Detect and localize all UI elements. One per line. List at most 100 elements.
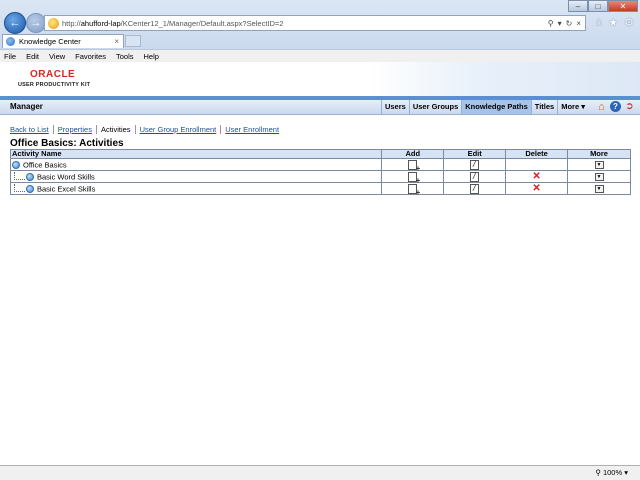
- edit-icon[interactable]: [470, 159, 480, 170]
- delete-icon[interactable]: ✕: [532, 183, 540, 194]
- url-text[interactable]: http://ahufford-lap/KCenter12_1/Manager/…: [62, 19, 548, 28]
- menu-bar: File Edit View Favorites Tools Help: [0, 49, 640, 62]
- zoom-level[interactable]: ⚲ 100% ▾: [595, 468, 628, 477]
- sub-navigation: Back to List Properties Activities User …: [10, 125, 283, 134]
- menu-help[interactable]: Help: [144, 52, 159, 61]
- help-icon[interactable]: ?: [610, 101, 621, 112]
- forward-button[interactable]: →: [26, 13, 46, 33]
- forward-arrow-icon: →: [30, 17, 42, 29]
- activity-name[interactable]: Basic Excel Skills: [37, 184, 95, 193]
- menu-view[interactable]: View: [49, 52, 65, 61]
- activity-name[interactable]: Office Basics: [23, 160, 67, 169]
- activities-current: Activities: [97, 125, 136, 134]
- activity-node-icon: [12, 160, 20, 169]
- delete-cell: [505, 158, 569, 171]
- edit-icon[interactable]: [470, 171, 480, 182]
- activities-table: Activity Name Add Edit Delete More Offic…: [9, 149, 631, 197]
- table-row: Office Basics ▼: [9, 158, 631, 173]
- header-edit: Edit: [443, 149, 507, 159]
- site-favicon-icon: [48, 17, 59, 29]
- dropdown-icon[interactable]: ▼: [594, 161, 604, 169]
- more-cell: ▼: [567, 170, 631, 183]
- dropdown-icon[interactable]: ▼: [594, 173, 604, 181]
- browser-chrome: ← → http://ahufford-lap/KCenter12_1/Mana…: [0, 0, 640, 62]
- add-icon[interactable]: [408, 159, 420, 173]
- header-more: More: [567, 149, 631, 159]
- header-add: Add: [381, 149, 445, 159]
- favorites-star-icon[interactable]: ★: [608, 16, 618, 29]
- home-browser-icon[interactable]: ⌂: [596, 16, 603, 29]
- dropdown-icon[interactable]: ▼: [594, 185, 604, 193]
- add-cell: [381, 182, 445, 197]
- banner-gradient: [370, 62, 640, 96]
- activity-name[interactable]: Basic Word Skills: [37, 172, 95, 181]
- edit-cell: [443, 170, 507, 183]
- minimize-button[interactable]: –: [568, 0, 588, 12]
- zoom-icon: ⚲: [595, 468, 603, 477]
- table-row: Basic Excel Skills ✕ ▼: [9, 182, 631, 197]
- tab-knowledge-paths[interactable]: Knowledge Paths: [461, 100, 531, 114]
- add-cell: [381, 170, 445, 185]
- activity-name-cell: Basic Excel Skills: [9, 182, 383, 195]
- search-icon[interactable]: ⚲: [548, 19, 554, 28]
- edit-cell: [443, 182, 507, 195]
- settings-gear-icon[interactable]: ⚙: [624, 16, 634, 29]
- new-tab-button[interactable]: [125, 35, 141, 47]
- add-icon[interactable]: [408, 183, 420, 197]
- add-cell: [381, 158, 445, 173]
- tab-close-icon[interactable]: ×: [114, 37, 119, 46]
- tab-title: Knowledge Center: [19, 37, 81, 46]
- menu-favorites[interactable]: Favorites: [75, 52, 106, 61]
- delete-cell: ✕: [505, 182, 569, 195]
- tab-favicon-icon: [6, 37, 15, 46]
- page-title: Office Basics: Activities: [10, 138, 124, 149]
- tree-connector: [14, 171, 25, 180]
- header-activity-name: Activity Name: [9, 149, 383, 159]
- back-button[interactable]: ←: [4, 12, 26, 34]
- menu-tools[interactable]: Tools: [116, 52, 134, 61]
- activity-node-icon: [26, 172, 34, 181]
- activity-node-icon: [26, 184, 34, 193]
- page-banner: ORACLE USER PRODUCTIVITY KIT: [0, 62, 640, 96]
- edit-cell: [443, 158, 507, 171]
- close-window-button[interactable]: ✕: [608, 0, 638, 12]
- delete-icon[interactable]: ✕: [532, 171, 540, 182]
- user-group-enrollment-link[interactable]: User Group Enrollment: [136, 125, 222, 134]
- status-bar: ⚲ 100% ▾: [0, 465, 640, 480]
- window-controls: – □ ✕: [568, 0, 638, 12]
- refresh-icon[interactable]: ↻: [566, 19, 573, 28]
- tab-row: Knowledge Center ×: [0, 33, 640, 48]
- nav-tabs: Users User Groups Knowledge Paths Titles…: [380, 100, 588, 114]
- tab-user-groups[interactable]: User Groups: [408, 100, 461, 114]
- back-arrow-icon: ←: [9, 17, 21, 29]
- back-to-list-link[interactable]: Back to List: [10, 125, 54, 134]
- more-cell: ▼: [567, 158, 631, 171]
- address-bar[interactable]: http://ahufford-lap/KCenter12_1/Manager/…: [44, 15, 586, 31]
- oracle-logo: ORACLE USER PRODUCTIVITY KIT: [18, 69, 91, 89]
- maximize-button[interactable]: □: [588, 0, 608, 12]
- browser-tab[interactable]: Knowledge Center ×: [2, 34, 124, 48]
- tree-connector: [14, 183, 25, 192]
- add-icon[interactable]: [408, 171, 420, 185]
- activity-name-cell: Basic Word Skills: [9, 170, 383, 183]
- table-header-row: Activity Name Add Edit Delete More: [9, 149, 631, 159]
- logout-icon[interactable]: ➲: [624, 101, 635, 112]
- user-enrollment-link[interactable]: User Enrollment: [221, 125, 283, 134]
- activity-name-cell: Office Basics: [9, 158, 383, 171]
- stop-icon[interactable]: ×: [576, 19, 581, 28]
- home-icon[interactable]: ⌂: [596, 101, 607, 113]
- edit-icon[interactable]: [470, 183, 480, 194]
- menu-edit[interactable]: Edit: [26, 52, 39, 61]
- table-row: Basic Word Skills ✕ ▼: [9, 170, 631, 185]
- manager-navbar: Manager Users User Groups Knowledge Path…: [0, 100, 640, 115]
- delete-cell: ✕: [505, 170, 569, 183]
- tab-users[interactable]: Users: [380, 100, 409, 114]
- header-delete: Delete: [505, 149, 569, 159]
- section-title: Manager: [10, 102, 43, 111]
- tab-titles[interactable]: Titles: [530, 100, 557, 114]
- dropdown-arrow-icon[interactable]: ▾: [558, 19, 562, 28]
- properties-link[interactable]: Properties: [54, 125, 97, 134]
- more-cell: ▼: [567, 182, 631, 195]
- menu-file[interactable]: File: [4, 52, 16, 61]
- tab-more[interactable]: More ▾: [557, 100, 588, 114]
